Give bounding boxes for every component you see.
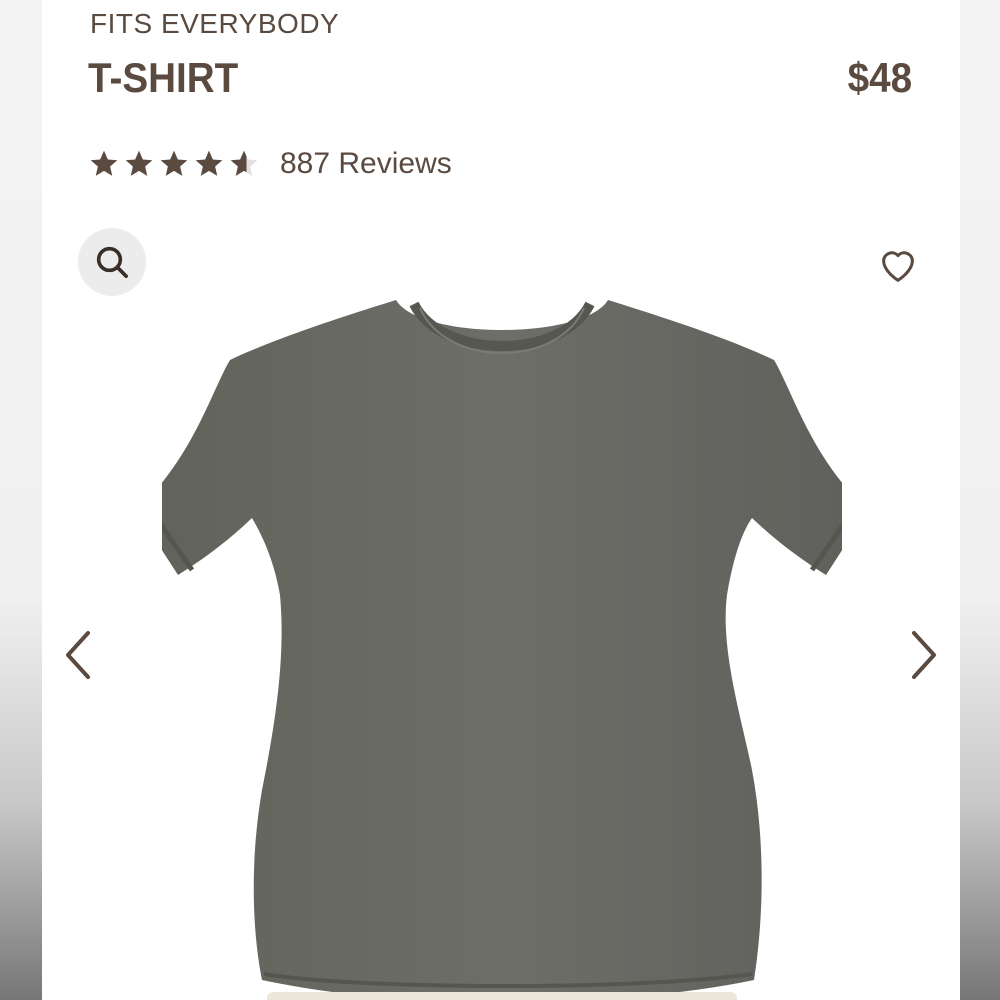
zoom-button[interactable] (78, 228, 146, 296)
star-icon (90, 150, 118, 176)
star-icon (195, 150, 223, 176)
chevron-left-icon (66, 631, 90, 679)
tshirt-image (136, 300, 868, 1000)
product-image[interactable] (136, 290, 868, 1000)
product-panel: FITS EVERYBODY T-SHIRT $48 887 Reviews (42, 0, 960, 1000)
prev-image-button[interactable] (54, 620, 104, 690)
search-icon (96, 246, 128, 278)
product-collection: FITS EVERYBODY (90, 8, 340, 39)
product-title: T-SHIRT (88, 54, 239, 101)
left-backdrop (0, 0, 42, 1000)
chevron-right-icon (912, 631, 936, 679)
bottom-sheet-edge (267, 992, 737, 1000)
star-icon (160, 150, 188, 176)
reviews-link[interactable]: 887 Reviews (280, 147, 452, 181)
right-backdrop (960, 0, 1000, 1000)
rating-row[interactable]: 887 Reviews (88, 140, 452, 188)
product-price: $48 (847, 54, 912, 101)
star-icon (125, 150, 153, 176)
heart-icon (882, 251, 914, 282)
next-image-button[interactable] (898, 620, 948, 690)
star-rating (88, 148, 260, 180)
favorite-button[interactable] (874, 240, 922, 288)
half-star-icon (230, 150, 258, 176)
